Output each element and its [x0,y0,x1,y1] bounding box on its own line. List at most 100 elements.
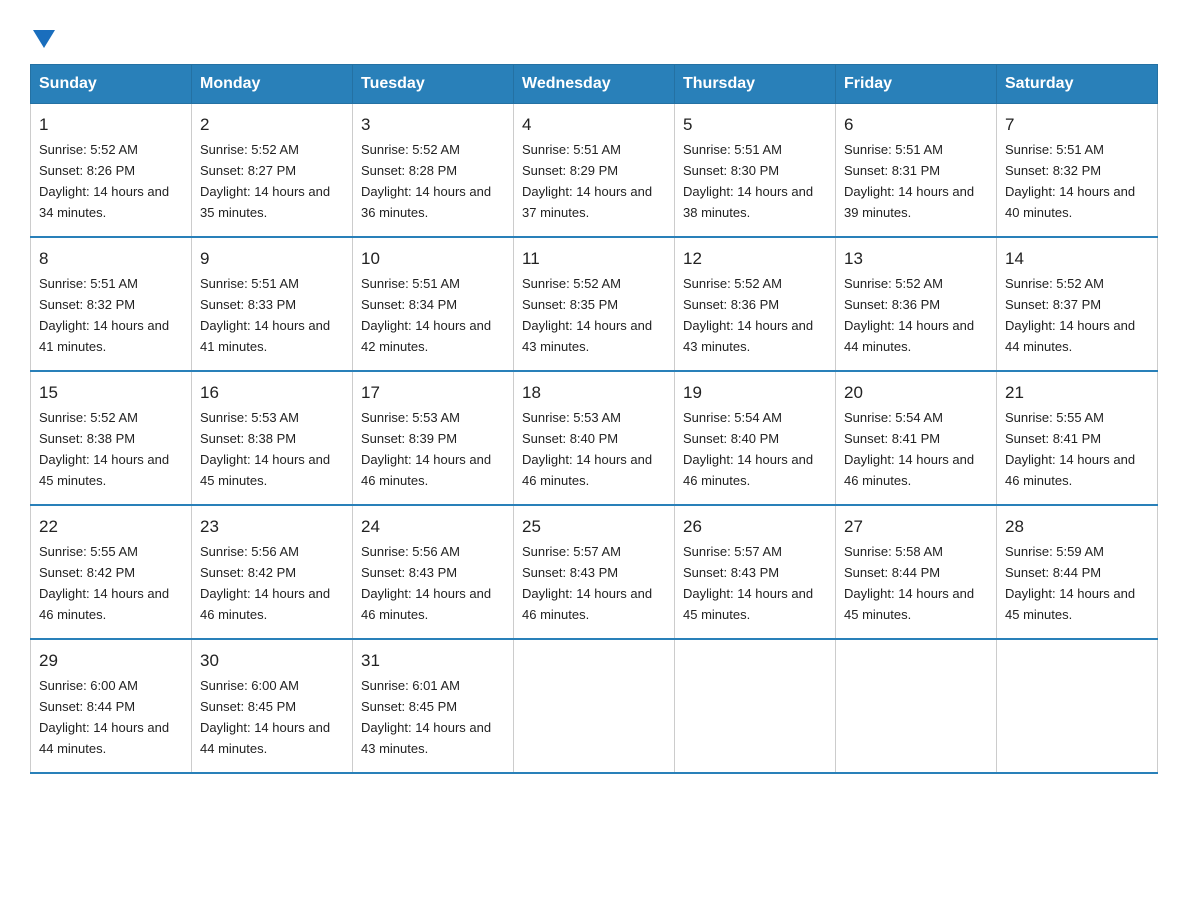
day-info: Sunrise: 5:52 AMSunset: 8:36 PMDaylight:… [844,276,974,354]
week-row-1: 1 Sunrise: 5:52 AMSunset: 8:26 PMDayligh… [31,104,1158,238]
day-info: Sunrise: 5:56 AMSunset: 8:42 PMDaylight:… [200,544,330,622]
calendar-cell: 11 Sunrise: 5:52 AMSunset: 8:35 PMDaylig… [514,237,675,371]
calendar-cell: 20 Sunrise: 5:54 AMSunset: 8:41 PMDaylig… [836,371,997,505]
calendar-cell: 30 Sunrise: 6:00 AMSunset: 8:45 PMDaylig… [192,639,353,773]
calendar-cell: 17 Sunrise: 5:53 AMSunset: 8:39 PMDaylig… [353,371,514,505]
calendar-cell [675,639,836,773]
day-number: 12 [683,246,827,272]
page-header [30,20,1158,48]
day-number: 26 [683,514,827,540]
calendar-cell: 3 Sunrise: 5:52 AMSunset: 8:28 PMDayligh… [353,104,514,238]
day-number: 16 [200,380,344,406]
calendar-cell [836,639,997,773]
week-row-2: 8 Sunrise: 5:51 AMSunset: 8:32 PMDayligh… [31,237,1158,371]
day-number: 3 [361,112,505,138]
day-number: 2 [200,112,344,138]
calendar-cell: 28 Sunrise: 5:59 AMSunset: 8:44 PMDaylig… [997,505,1158,639]
calendar-cell: 26 Sunrise: 5:57 AMSunset: 8:43 PMDaylig… [675,505,836,639]
week-row-5: 29 Sunrise: 6:00 AMSunset: 8:44 PMDaylig… [31,639,1158,773]
day-info: Sunrise: 5:55 AMSunset: 8:41 PMDaylight:… [1005,410,1135,488]
col-header-tuesday: Tuesday [353,65,514,104]
calendar-cell: 22 Sunrise: 5:55 AMSunset: 8:42 PMDaylig… [31,505,192,639]
day-info: Sunrise: 5:53 AMSunset: 8:39 PMDaylight:… [361,410,491,488]
day-number: 25 [522,514,666,540]
calendar-cell: 25 Sunrise: 5:57 AMSunset: 8:43 PMDaylig… [514,505,675,639]
col-header-thursday: Thursday [675,65,836,104]
day-info: Sunrise: 5:57 AMSunset: 8:43 PMDaylight:… [522,544,652,622]
calendar-cell: 1 Sunrise: 5:52 AMSunset: 8:26 PMDayligh… [31,104,192,238]
day-info: Sunrise: 5:52 AMSunset: 8:38 PMDaylight:… [39,410,169,488]
calendar-cell: 7 Sunrise: 5:51 AMSunset: 8:32 PMDayligh… [997,104,1158,238]
day-info: Sunrise: 5:52 AMSunset: 8:36 PMDaylight:… [683,276,813,354]
day-number: 21 [1005,380,1149,406]
calendar-cell: 4 Sunrise: 5:51 AMSunset: 8:29 PMDayligh… [514,104,675,238]
day-number: 20 [844,380,988,406]
calendar-table: SundayMondayTuesdayWednesdayThursdayFrid… [30,64,1158,774]
day-info: Sunrise: 5:53 AMSunset: 8:40 PMDaylight:… [522,410,652,488]
calendar-cell: 23 Sunrise: 5:56 AMSunset: 8:42 PMDaylig… [192,505,353,639]
day-info: Sunrise: 6:01 AMSunset: 8:45 PMDaylight:… [361,678,491,756]
calendar-cell: 13 Sunrise: 5:52 AMSunset: 8:36 PMDaylig… [836,237,997,371]
calendar-cell: 12 Sunrise: 5:52 AMSunset: 8:36 PMDaylig… [675,237,836,371]
day-number: 7 [1005,112,1149,138]
calendar-cell: 16 Sunrise: 5:53 AMSunset: 8:38 PMDaylig… [192,371,353,505]
day-number: 19 [683,380,827,406]
day-number: 23 [200,514,344,540]
day-number: 28 [1005,514,1149,540]
week-row-4: 22 Sunrise: 5:55 AMSunset: 8:42 PMDaylig… [31,505,1158,639]
day-number: 11 [522,246,666,272]
calendar-cell: 27 Sunrise: 5:58 AMSunset: 8:44 PMDaylig… [836,505,997,639]
day-number: 24 [361,514,505,540]
day-info: Sunrise: 5:54 AMSunset: 8:40 PMDaylight:… [683,410,813,488]
calendar-cell [514,639,675,773]
day-info: Sunrise: 5:52 AMSunset: 8:27 PMDaylight:… [200,142,330,220]
calendar-cell: 18 Sunrise: 5:53 AMSunset: 8:40 PMDaylig… [514,371,675,505]
calendar-cell: 9 Sunrise: 5:51 AMSunset: 8:33 PMDayligh… [192,237,353,371]
day-info: Sunrise: 5:51 AMSunset: 8:34 PMDaylight:… [361,276,491,354]
col-header-friday: Friday [836,65,997,104]
day-number: 30 [200,648,344,674]
col-header-sunday: Sunday [31,65,192,104]
col-header-saturday: Saturday [997,65,1158,104]
day-info: Sunrise: 5:51 AMSunset: 8:32 PMDaylight:… [39,276,169,354]
day-number: 22 [39,514,183,540]
calendar-cell: 14 Sunrise: 5:52 AMSunset: 8:37 PMDaylig… [997,237,1158,371]
calendar-cell: 21 Sunrise: 5:55 AMSunset: 8:41 PMDaylig… [997,371,1158,505]
day-info: Sunrise: 5:59 AMSunset: 8:44 PMDaylight:… [1005,544,1135,622]
calendar-cell: 15 Sunrise: 5:52 AMSunset: 8:38 PMDaylig… [31,371,192,505]
week-row-3: 15 Sunrise: 5:52 AMSunset: 8:38 PMDaylig… [31,371,1158,505]
day-number: 8 [39,246,183,272]
col-header-wednesday: Wednesday [514,65,675,104]
day-info: Sunrise: 5:52 AMSunset: 8:28 PMDaylight:… [361,142,491,220]
logo [30,28,55,48]
day-info: Sunrise: 5:58 AMSunset: 8:44 PMDaylight:… [844,544,974,622]
calendar-cell: 19 Sunrise: 5:54 AMSunset: 8:40 PMDaylig… [675,371,836,505]
calendar-cell: 2 Sunrise: 5:52 AMSunset: 8:27 PMDayligh… [192,104,353,238]
day-info: Sunrise: 5:52 AMSunset: 8:37 PMDaylight:… [1005,276,1135,354]
day-info: Sunrise: 5:55 AMSunset: 8:42 PMDaylight:… [39,544,169,622]
calendar-cell [997,639,1158,773]
day-number: 17 [361,380,505,406]
day-info: Sunrise: 5:52 AMSunset: 8:26 PMDaylight:… [39,142,169,220]
day-number: 29 [39,648,183,674]
col-header-monday: Monday [192,65,353,104]
day-number: 18 [522,380,666,406]
day-info: Sunrise: 5:57 AMSunset: 8:43 PMDaylight:… [683,544,813,622]
calendar-cell: 6 Sunrise: 5:51 AMSunset: 8:31 PMDayligh… [836,104,997,238]
calendar-cell: 8 Sunrise: 5:51 AMSunset: 8:32 PMDayligh… [31,237,192,371]
day-number: 4 [522,112,666,138]
day-info: Sunrise: 5:51 AMSunset: 8:29 PMDaylight:… [522,142,652,220]
calendar-cell: 29 Sunrise: 6:00 AMSunset: 8:44 PMDaylig… [31,639,192,773]
calendar-cell: 5 Sunrise: 5:51 AMSunset: 8:30 PMDayligh… [675,104,836,238]
day-info: Sunrise: 5:54 AMSunset: 8:41 PMDaylight:… [844,410,974,488]
day-number: 10 [361,246,505,272]
day-number: 14 [1005,246,1149,272]
day-info: Sunrise: 5:51 AMSunset: 8:31 PMDaylight:… [844,142,974,220]
day-info: Sunrise: 5:56 AMSunset: 8:43 PMDaylight:… [361,544,491,622]
day-number: 5 [683,112,827,138]
calendar-cell: 31 Sunrise: 6:01 AMSunset: 8:45 PMDaylig… [353,639,514,773]
day-number: 9 [200,246,344,272]
day-number: 6 [844,112,988,138]
day-info: Sunrise: 5:51 AMSunset: 8:30 PMDaylight:… [683,142,813,220]
day-number: 1 [39,112,183,138]
